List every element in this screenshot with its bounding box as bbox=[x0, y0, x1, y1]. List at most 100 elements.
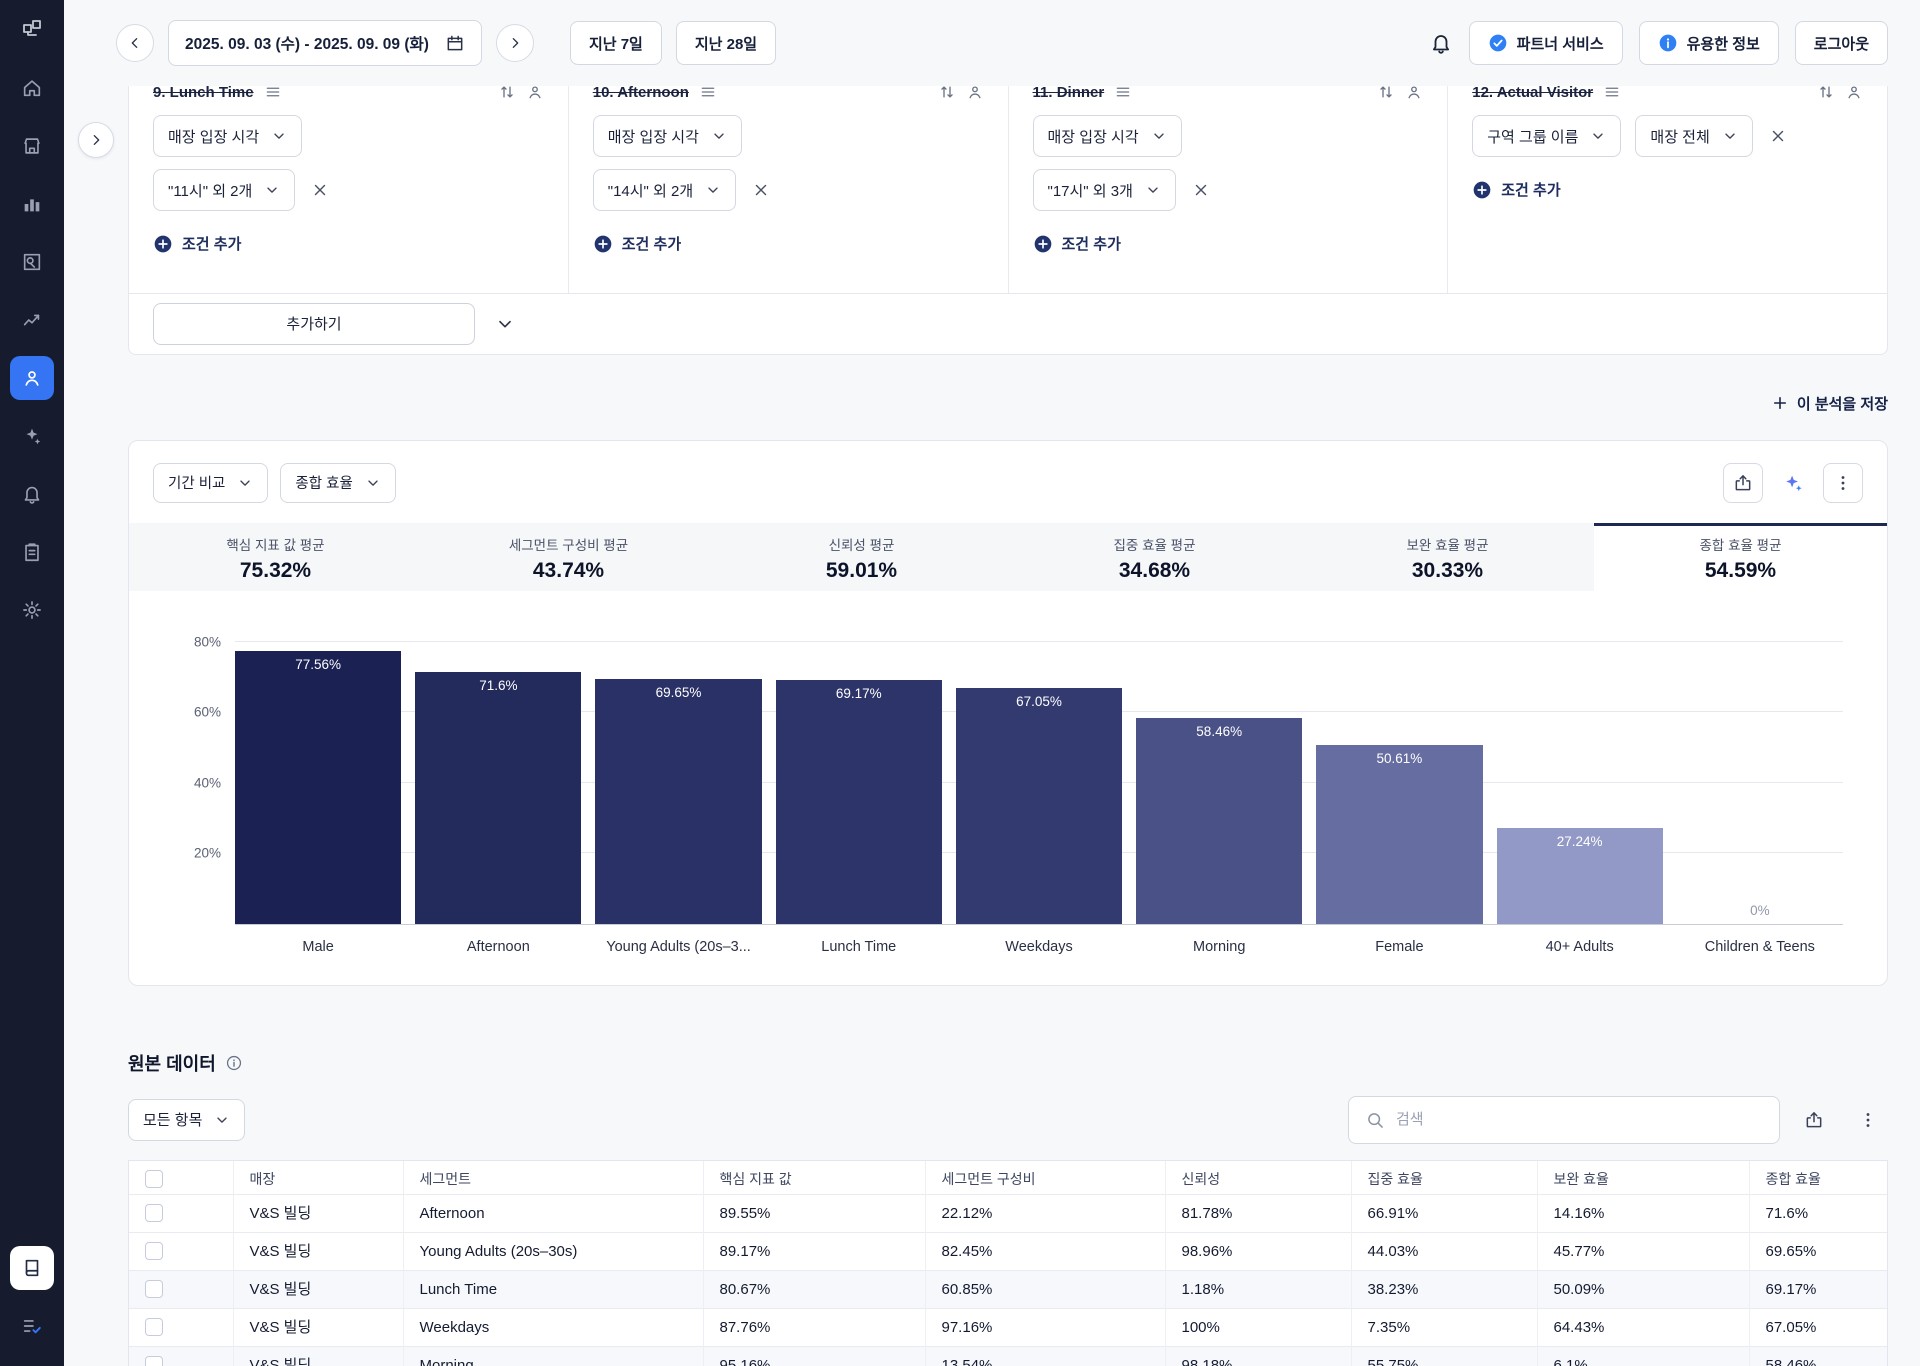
table-cell: 64.43% bbox=[1536, 1308, 1749, 1346]
collapse-toggle-button[interactable] bbox=[495, 314, 515, 334]
filter-dropdown[interactable]: "14시" 외 2개 bbox=[592, 169, 737, 211]
export-button[interactable] bbox=[1723, 462, 1763, 503]
sidebar-item-dashboard[interactable] bbox=[10, 182, 54, 226]
sidebar-item-analytics[interactable] bbox=[10, 298, 54, 342]
more-options-button[interactable] bbox=[1848, 1100, 1888, 1140]
more-options-button[interactable] bbox=[1823, 462, 1863, 503]
table-row[interactable]: V&S 빌딩 Lunch Time 80.67% 60.85% 1.18% 38.23% 5… bbox=[129, 1270, 1887, 1308]
filter-dropdown[interactable]: "17시" 외 3개 bbox=[1032, 169, 1176, 211]
info-icon[interactable] bbox=[225, 1054, 243, 1072]
sidebar-item-explore[interactable] bbox=[10, 240, 54, 284]
sidebar-item-survey[interactable] bbox=[10, 1304, 54, 1348]
table-cell: 14.16% bbox=[1536, 1194, 1749, 1232]
row-checkbox[interactable] bbox=[145, 1280, 163, 1298]
row-checkbox[interactable] bbox=[145, 1318, 163, 1336]
save-analysis-button[interactable]: 이 분석을 저장 bbox=[1771, 393, 1888, 414]
row-checkbox[interactable] bbox=[145, 1242, 163, 1260]
filter-dropdown[interactable]: "11시" 외 2개 bbox=[153, 169, 296, 211]
x-axis-label: Female bbox=[1375, 938, 1424, 955]
all-items-dropdown[interactable]: 모든 항목 bbox=[128, 1098, 246, 1141]
table-cell: 98.18% bbox=[1164, 1346, 1351, 1366]
column-header[interactable]: 종합 효율 bbox=[1748, 1160, 1887, 1194]
summary-tab[interactable]: 집중 효율 평균 34.68% bbox=[1008, 522, 1301, 591]
filter-dropdown[interactable]: 매장 입장 시각 bbox=[153, 115, 303, 157]
column-header[interactable]: 핵심 지표 값 bbox=[702, 1160, 925, 1194]
column-header[interactable]: 집중 효율 bbox=[1350, 1160, 1537, 1194]
remove-filter-button[interactable] bbox=[750, 179, 772, 201]
table-row[interactable]: V&S 빌딩 Young Adults (20s–30s) 89.17% 82.45%… bbox=[129, 1232, 1887, 1270]
bar[interactable]: 77.56% bbox=[235, 650, 402, 924]
bar[interactable]: 67.05% bbox=[955, 687, 1123, 924]
sidebar-expand-button[interactable] bbox=[78, 122, 114, 158]
filter-columns: 9. Lunch Time 매장 입장 시각 "11시" 외 2개 조건 추가 10. … bbox=[129, 63, 1887, 293]
add-segment-button[interactable]: 추가하기 bbox=[153, 302, 475, 345]
column-header[interactable]: 세그먼트 bbox=[402, 1160, 703, 1194]
add-condition-button[interactable]: 조건 추가 bbox=[1033, 233, 1121, 254]
plus-icon bbox=[1771, 394, 1789, 412]
sidebar-item-home[interactable] bbox=[10, 66, 54, 110]
export-button[interactable] bbox=[1794, 1100, 1834, 1140]
summary-tab[interactable]: 신뢰성 평균 59.01% bbox=[715, 522, 1008, 591]
filter-dropdown[interactable]: 구역 그룹 이름 bbox=[1472, 115, 1622, 157]
sidebar-item-guide[interactable] bbox=[10, 1246, 54, 1290]
filter-dropdown[interactable]: 매장 입장 시각 bbox=[592, 115, 742, 157]
x-axis-label: Children & Teens bbox=[1704, 938, 1815, 955]
row-checkbox[interactable] bbox=[145, 1356, 163, 1366]
stat-label: 종합 효율 평균 bbox=[1699, 537, 1782, 553]
add-condition-button[interactable]: 조건 추가 bbox=[153, 233, 241, 254]
column-header[interactable]: 매장 bbox=[232, 1160, 403, 1194]
column-header[interactable]: 신뢰성 bbox=[1164, 1160, 1351, 1194]
bar[interactable]: 71.6% bbox=[415, 671, 582, 924]
remove-filter-button[interactable] bbox=[1767, 125, 1789, 147]
table-row[interactable]: V&S 빌딩 Afternoon 89.55% 22.12% 81.78% 66.91% 1… bbox=[129, 1194, 1887, 1232]
person-icon bbox=[21, 367, 43, 389]
column-header[interactable]: 보완 효율 bbox=[1536, 1160, 1749, 1194]
last-28-days-button[interactable]: 지난 28일 bbox=[675, 21, 777, 65]
metric-dropdown[interactable]: 종합 효율 bbox=[280, 462, 396, 503]
table-cell: 66.91% bbox=[1350, 1194, 1537, 1232]
table-row[interactable]: V&S 빌딩 Morning 95.16% 13.54% 98.18% 55.75% 6.1… bbox=[129, 1346, 1887, 1366]
ai-insight-button[interactable] bbox=[1773, 463, 1813, 503]
logout-button[interactable]: 로그아웃 bbox=[1794, 21, 1888, 65]
bar[interactable]: 58.46% bbox=[1136, 717, 1303, 924]
add-condition-button[interactable]: 조건 추가 bbox=[1472, 179, 1561, 200]
bar[interactable]: 27.24% bbox=[1496, 827, 1663, 924]
date-next-button[interactable] bbox=[495, 24, 534, 62]
summary-tab[interactable]: 세그먼트 구성비 평균 43.74% bbox=[422, 522, 715, 591]
table-row[interactable]: V&S 빌딩 Weekdays 87.76% 97.16% 100% 7.35% 64.43… bbox=[129, 1308, 1887, 1346]
filter-dropdown[interactable]: 매장 전체 bbox=[1635, 115, 1753, 157]
last-7-days-button[interactable]: 지난 7일 bbox=[569, 21, 662, 65]
kebab-menu-icon bbox=[1833, 473, 1853, 493]
sidebar-item-store[interactable] bbox=[10, 124, 54, 168]
summary-tab[interactable]: 종합 효율 평균 54.59% bbox=[1594, 522, 1887, 591]
summary-tab[interactable]: 핵심 지표 값 평균 75.32% bbox=[129, 522, 422, 591]
sidebar-item-ai-insights[interactable] bbox=[10, 414, 54, 458]
sidebar-item-settings[interactable] bbox=[10, 588, 54, 632]
summary-tab[interactable]: 보완 효율 평균 30.33% bbox=[1301, 522, 1594, 591]
date-prev-button[interactable] bbox=[116, 24, 154, 62]
logout-label: 로그아웃 bbox=[1813, 35, 1869, 53]
useful-info-button[interactable]: 유용한 정보 bbox=[1638, 21, 1779, 65]
sidebar-item-visitor-analysis[interactable] bbox=[10, 356, 54, 400]
table-cell: 67.05% bbox=[1748, 1308, 1887, 1346]
sidebar-item-reports[interactable] bbox=[10, 530, 54, 574]
bar-value-label: 50.61% bbox=[1376, 751, 1423, 767]
date-range-picker[interactable]: 2025. 09. 03 (수) - 2025. 09. 09 (화) bbox=[168, 20, 482, 66]
add-condition-button[interactable]: 조건 추가 bbox=[593, 233, 681, 254]
filter-dropdown[interactable]: 매장 입장 시각 bbox=[1032, 115, 1182, 157]
remove-filter-button[interactable] bbox=[1190, 179, 1212, 201]
partner-service-button[interactable]: 파트너 서비스 bbox=[1468, 21, 1623, 65]
column-header[interactable]: 세그먼트 구성비 bbox=[924, 1160, 1165, 1194]
notifications-button[interactable] bbox=[1429, 31, 1453, 55]
bar[interactable]: 69.65% bbox=[595, 678, 762, 924]
period-compare-dropdown[interactable]: 기간 비교 bbox=[153, 462, 269, 503]
select-all-checkbox[interactable] bbox=[145, 1169, 163, 1188]
bar[interactable]: 50.61% bbox=[1316, 745, 1483, 924]
remove-filter-button[interactable] bbox=[309, 179, 331, 201]
sidebar-item-alerts[interactable] bbox=[10, 472, 54, 516]
bar[interactable]: 69.17% bbox=[775, 680, 942, 924]
row-checkbox[interactable] bbox=[145, 1204, 163, 1222]
stat-value: 34.68% bbox=[1118, 558, 1191, 582]
search-input[interactable] bbox=[1396, 1111, 1763, 1128]
stat-value: 59.01% bbox=[825, 558, 898, 582]
